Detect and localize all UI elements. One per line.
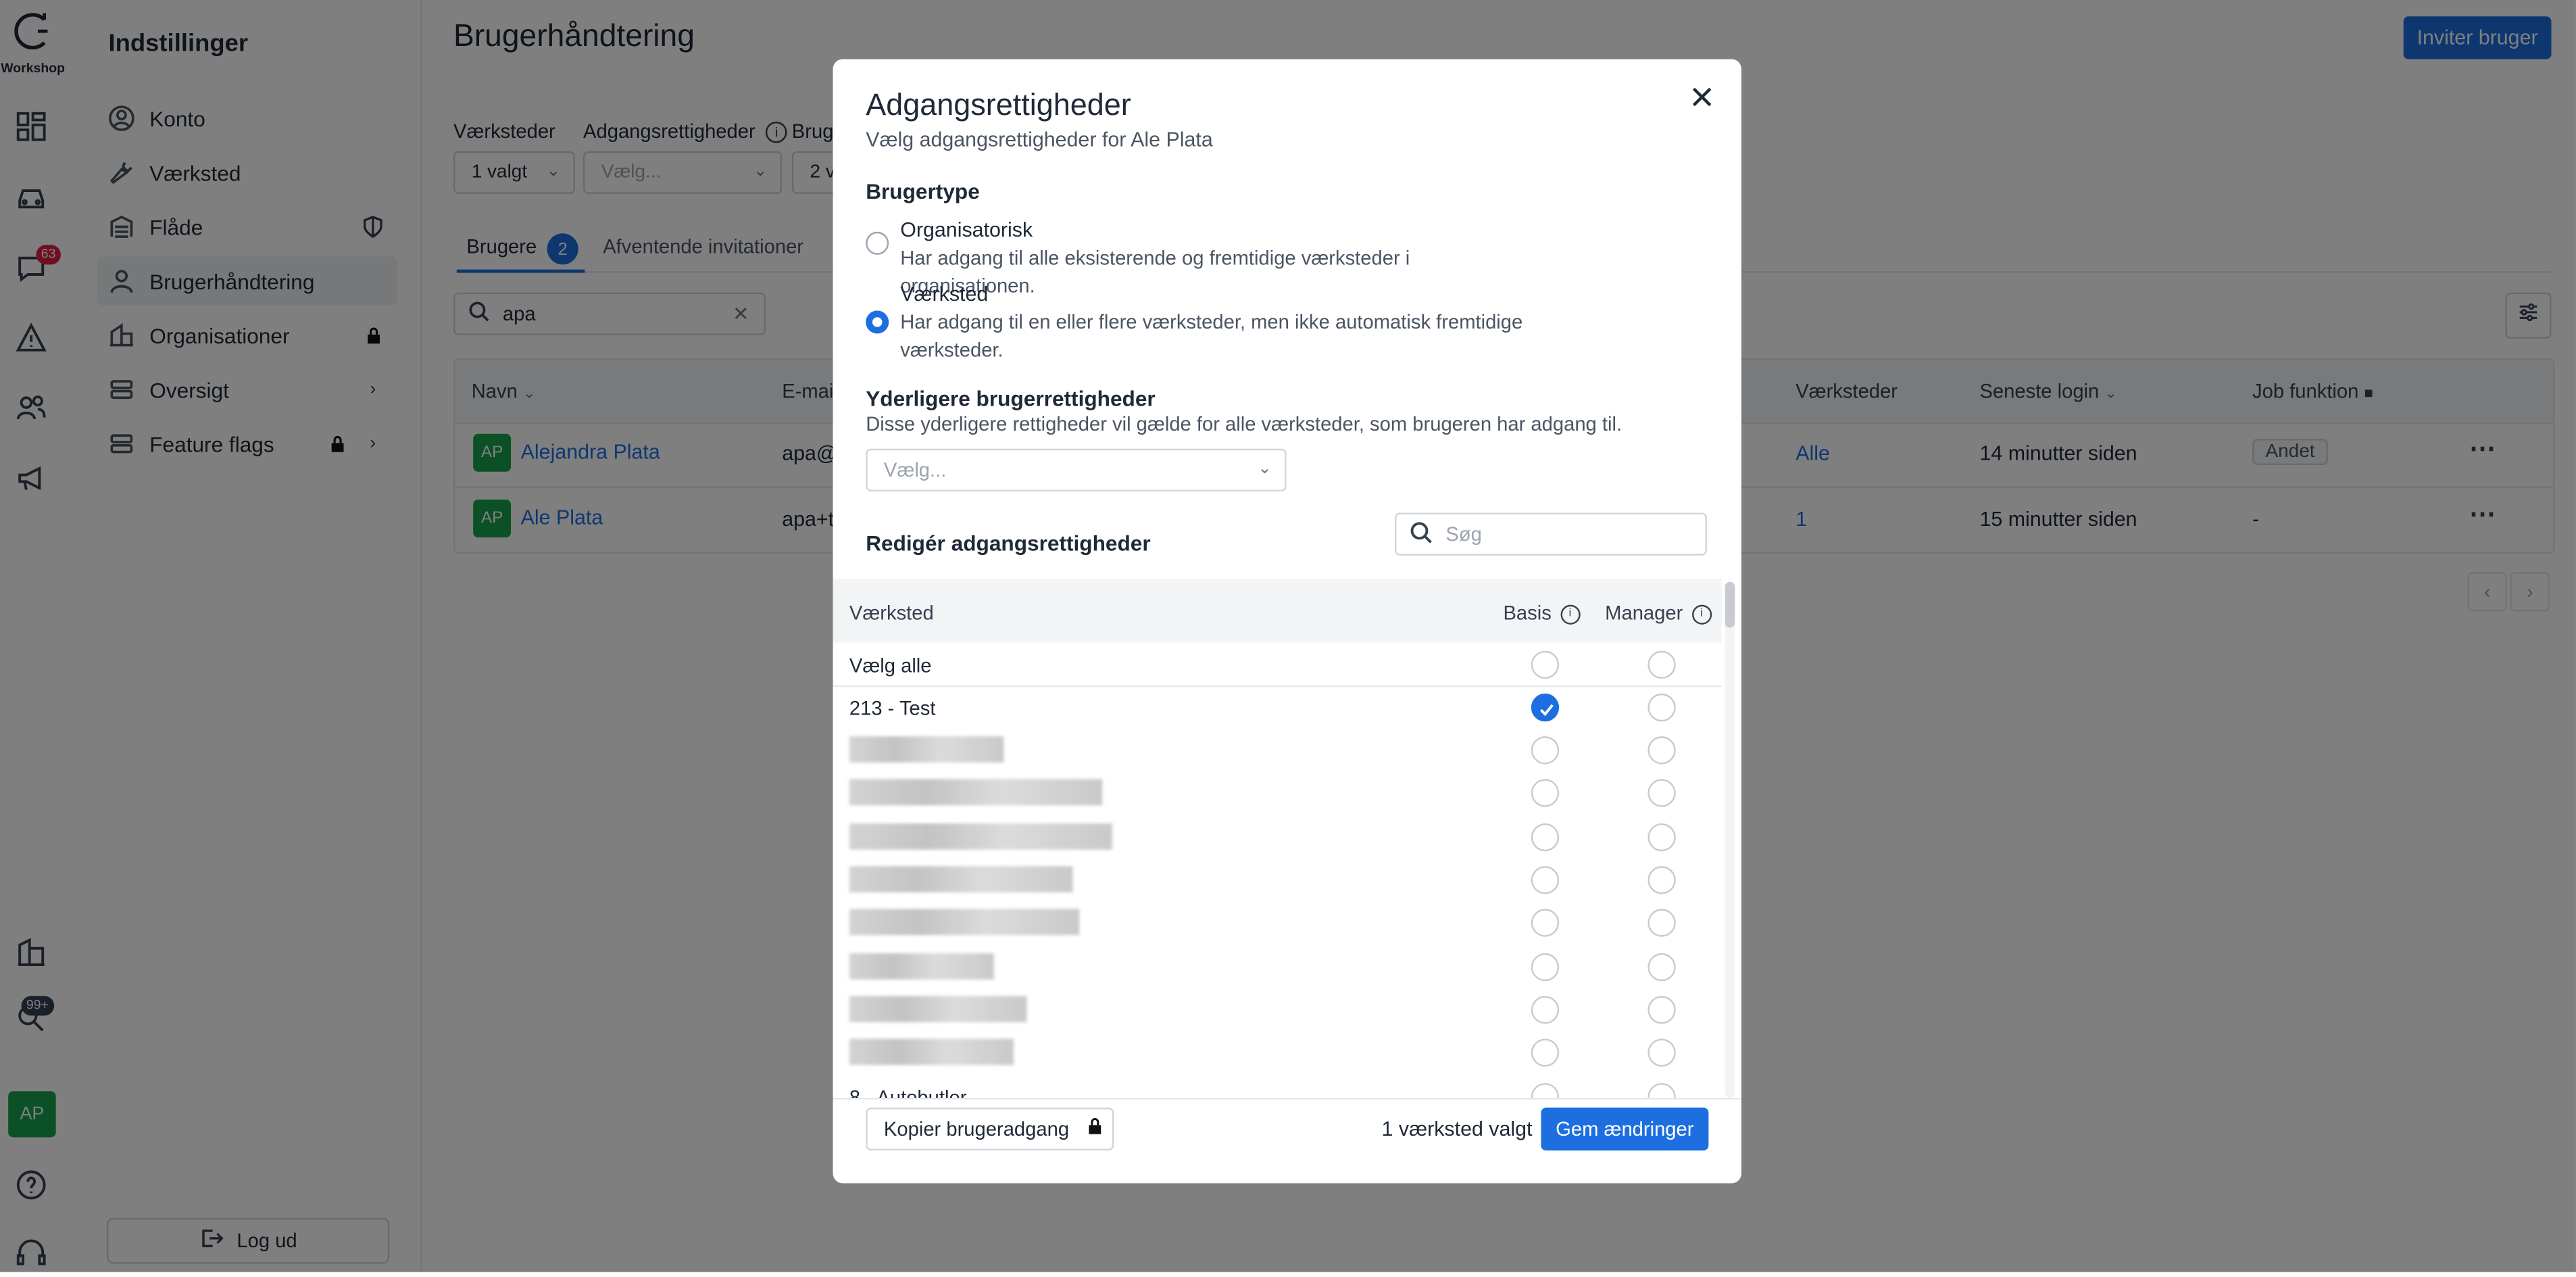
- option-description: Har adgang til en eller flere værksteder…: [900, 310, 1523, 361]
- select-all-manager-checkbox[interactable]: [1648, 650, 1676, 679]
- table-header: Værksted Basis i Manager i: [833, 578, 1722, 643]
- option-label: Værksted: [900, 283, 989, 306]
- workshop-name: 213 - Test: [849, 696, 936, 720]
- workshop-row: [833, 990, 1722, 1032]
- manager-checkbox[interactable]: [1648, 779, 1676, 807]
- basis-checkbox[interactable]: [1531, 1083, 1560, 1098]
- option-label: Organisatorisk: [900, 218, 1033, 242]
- option-description: Har adgang til alle eksisterende og frem…: [900, 246, 1410, 297]
- table-scrollbar[interactable]: [1725, 581, 1735, 1098]
- info-icon[interactable]: i: [1560, 604, 1580, 625]
- manager-checkbox[interactable]: [1648, 996, 1676, 1024]
- user-type-heading: Brugertype: [866, 178, 980, 204]
- manager-checkbox[interactable]: [1648, 909, 1676, 937]
- workshop-row: [833, 773, 1722, 815]
- search-icon: [1410, 520, 1433, 548]
- extra-rights-select[interactable]: Vælg... ⌄: [866, 448, 1287, 491]
- search-placeholder: Søg: [1445, 523, 1482, 546]
- modal-subtitle: Vælg adgangsrettigheder for Ale Plata: [866, 128, 1213, 151]
- workshop-row: [833, 946, 1722, 989]
- edit-rights-heading: Redigér adgangsrettigheder: [866, 531, 1151, 556]
- select-all-basis-checkbox[interactable]: [1531, 650, 1560, 679]
- manager-checkbox[interactable]: [1648, 953, 1676, 982]
- select-all-row: Vælg alle: [833, 644, 1722, 687]
- basis-checkbox[interactable]: [1531, 1038, 1560, 1067]
- radio-organisatorisk[interactable]: [866, 231, 889, 255]
- info-icon[interactable]: i: [1691, 604, 1712, 625]
- basis-checkbox[interactable]: [1531, 693, 1560, 722]
- chevron-down-icon: ⌄: [1258, 460, 1272, 479]
- redacted-workshop-name: [849, 909, 1080, 936]
- extra-rights-heading: Yderligere brugerrettigheder: [866, 386, 1156, 411]
- redacted-workshop-name: [849, 953, 994, 980]
- workshop-search-input[interactable]: Søg: [1395, 512, 1707, 556]
- footer-divider: [833, 1097, 1741, 1100]
- app-frame: Workshop 63 99+ AP Indstillinger Konto V…: [0, 0, 2576, 1272]
- redacted-workshop-name: [849, 823, 1112, 850]
- access-rights-modal: Adgangsrettigheder Vælg adgangsrettighed…: [833, 59, 1741, 1184]
- workshop-rights-table: Værksted Basis i Manager i Vælg alle 213…: [833, 578, 1722, 1098]
- basis-checkbox[interactable]: [1531, 953, 1560, 982]
- workshop-row: [833, 817, 1722, 859]
- basis-checkbox[interactable]: [1531, 866, 1560, 894]
- basis-checkbox[interactable]: [1531, 909, 1560, 937]
- copy-access-label: Kopier brugeradgang: [883, 1117, 1070, 1141]
- basis-checkbox[interactable]: [1531, 779, 1560, 807]
- scrollbar-thumb[interactable]: [1725, 581, 1735, 628]
- header-label: Basis: [1503, 601, 1552, 625]
- redacted-workshop-name: [849, 996, 1027, 1023]
- redacted-workshop-name: [849, 866, 1073, 893]
- manager-checkbox[interactable]: [1648, 1083, 1676, 1098]
- column-header-basis: Basis i: [1503, 602, 1580, 625]
- extra-rights-help: Disse yderligere rettigheder vil gælde f…: [866, 412, 1623, 436]
- workshop-name: 8 - Autobutler: [849, 1086, 967, 1098]
- redacted-workshop-name: [849, 779, 1103, 806]
- column-header-workshop: Værksted: [849, 601, 934, 625]
- select-all-label: Vælg alle: [849, 654, 932, 677]
- radio-vaerksted[interactable]: [866, 310, 889, 334]
- workshop-row: [833, 1032, 1722, 1075]
- lock-icon: [1085, 1117, 1104, 1140]
- manager-checkbox[interactable]: [1648, 866, 1676, 894]
- manager-checkbox[interactable]: [1648, 1038, 1676, 1067]
- workshop-row: [833, 859, 1722, 902]
- redacted-workshop-name: [849, 736, 1004, 763]
- basis-checkbox[interactable]: [1531, 823, 1560, 852]
- workshop-row: [833, 902, 1722, 945]
- save-changes-button[interactable]: Gem ændringer: [1541, 1107, 1709, 1151]
- selected-count: 1 værksted valgt: [1381, 1117, 1533, 1141]
- header-label: Manager: [1605, 601, 1683, 625]
- workshop-row: [833, 729, 1722, 772]
- basis-checkbox[interactable]: [1531, 736, 1560, 765]
- column-header-manager: Manager i: [1605, 601, 1712, 625]
- close-icon[interactable]: [1689, 84, 1715, 110]
- workshop-row: 213 - Test: [833, 687, 1722, 729]
- manager-checkbox[interactable]: [1648, 823, 1676, 852]
- manager-checkbox[interactable]: [1648, 736, 1676, 765]
- select-placeholder: Vælg...: [883, 458, 947, 482]
- copy-access-button[interactable]: Kopier brugeradgang: [866, 1107, 1114, 1151]
- manager-checkbox[interactable]: [1648, 693, 1676, 722]
- redacted-workshop-name: [849, 1038, 1014, 1065]
- basis-checkbox[interactable]: [1531, 996, 1560, 1024]
- modal-title: Adgangsrettigheder: [866, 87, 1131, 122]
- workshop-row: 8 - Autobutler: [833, 1076, 1722, 1098]
